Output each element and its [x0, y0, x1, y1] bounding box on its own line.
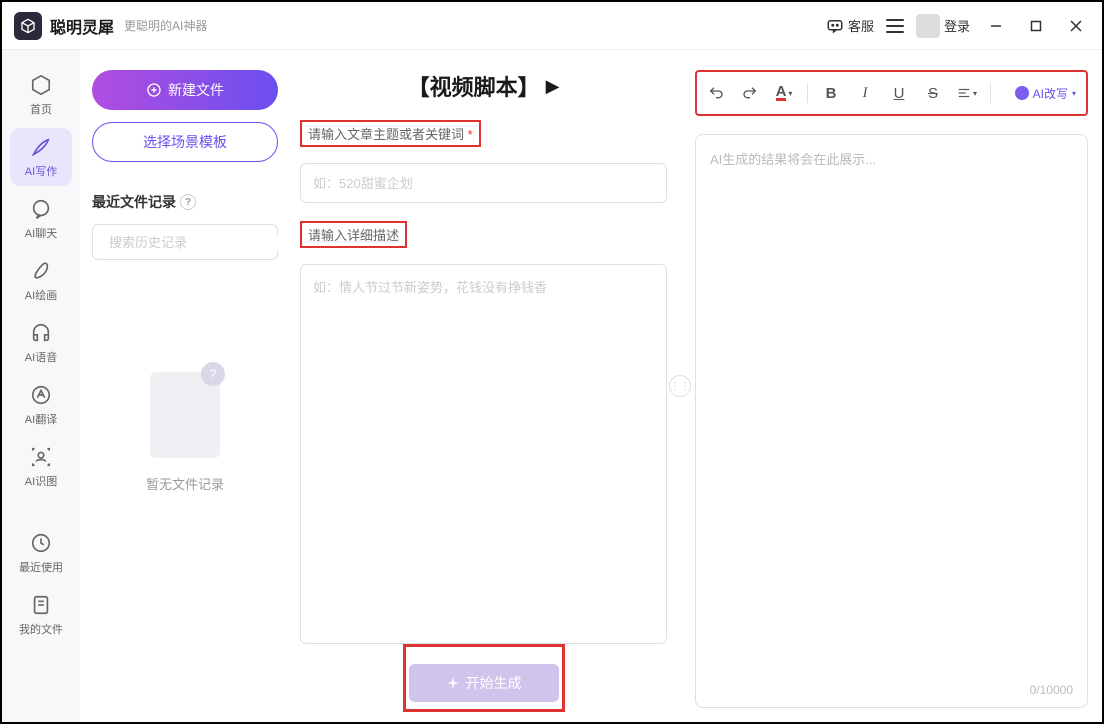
- new-file-button[interactable]: 新建文件: [92, 70, 278, 110]
- customer-service-button[interactable]: 客服: [826, 16, 874, 35]
- search-box[interactable]: [92, 224, 278, 260]
- sparkle-icon: [446, 676, 460, 690]
- ai-rewrite-button[interactable]: AI改写 ▾: [1009, 85, 1082, 102]
- ai-dot-icon: [1015, 86, 1029, 100]
- description-label: 请输入详细描述: [300, 221, 407, 248]
- strikethrough-button[interactable]: S: [918, 78, 948, 108]
- sidebar-item-write[interactable]: AI写作: [10, 128, 72, 186]
- maximize-button[interactable]: [1022, 12, 1050, 40]
- login-button[interactable]: 登录: [916, 14, 970, 38]
- editor-toolbar: A▾ B I U S ▾ AI改写 ▾: [701, 76, 1082, 110]
- pen-icon: [29, 135, 53, 159]
- recent-files-label: 最近文件记录 ?: [92, 192, 278, 212]
- search-input[interactable]: [109, 235, 285, 250]
- bold-button[interactable]: B: [816, 78, 846, 108]
- titlebar: 聪明灵犀 更聪明的AI神器 客服 登录: [2, 2, 1102, 50]
- sidebar-item-paint[interactable]: AI绘画: [10, 252, 72, 310]
- brush-icon: [29, 259, 53, 283]
- sidebar: 首页 AI写作 AI聊天 AI绘画 AI语音 AI翻译 AI识图 最: [2, 50, 80, 722]
- chat-icon: [826, 17, 844, 35]
- left-panel: 新建文件 选择场景模板 最近文件记录 ? ? 暂无文件记录: [80, 50, 290, 722]
- app-subtitle: 更聪明的AI神器: [124, 17, 207, 34]
- description-input[interactable]: [300, 264, 667, 644]
- redo-icon: [742, 85, 758, 101]
- sidebar-item-chat[interactable]: AI聊天: [10, 190, 72, 248]
- right-panel: A▾ B I U S ▾ AI改写 ▾ AI生成的结果将会在此展示... 0/1…: [677, 50, 1102, 722]
- undo-icon: [708, 85, 724, 101]
- close-button[interactable]: [1062, 12, 1090, 40]
- file-icon: [29, 593, 53, 617]
- sidebar-item-home[interactable]: 首页: [10, 66, 72, 124]
- empty-doc-icon: ?: [140, 362, 230, 462]
- translate-icon: [29, 383, 53, 407]
- redo-button[interactable]: [735, 78, 765, 108]
- align-button[interactable]: ▾: [952, 78, 982, 108]
- sidebar-item-translate[interactable]: AI翻译: [10, 376, 72, 434]
- page-title: 【视频脚本】: [408, 70, 540, 102]
- clock-icon: [29, 531, 53, 555]
- generate-button[interactable]: 开始生成: [409, 664, 559, 702]
- undo-button[interactable]: [701, 78, 731, 108]
- middle-panel: 【视频脚本】 ▶ 请输入文章主题或者关键词 * 请输入详细描述 开始生成 ⋮⋮: [290, 50, 677, 722]
- underline-button[interactable]: U: [884, 78, 914, 108]
- output-area[interactable]: AI生成的结果将会在此展示... 0/10000: [695, 134, 1088, 708]
- italic-button[interactable]: I: [850, 78, 880, 108]
- headphone-icon: [29, 321, 53, 345]
- resize-handle[interactable]: ⋮⋮: [669, 375, 691, 397]
- topic-label: 请输入文章主题或者关键词 *: [300, 120, 481, 147]
- avatar-icon: [916, 14, 940, 38]
- app-title: 聪明灵犀: [50, 14, 114, 38]
- text-color-button[interactable]: A▾: [769, 78, 799, 108]
- choose-template-button[interactable]: 选择场景模板: [92, 122, 278, 162]
- output-placeholder: AI生成的结果将会在此展示...: [710, 152, 876, 167]
- image-scan-icon: [29, 445, 53, 469]
- minimize-button[interactable]: [982, 12, 1010, 40]
- align-icon: [957, 86, 971, 100]
- empty-state: ? 暂无文件记录: [92, 362, 278, 493]
- play-icon[interactable]: ▶: [546, 76, 560, 97]
- sidebar-item-image[interactable]: AI识图: [10, 438, 72, 496]
- hamburger-menu-icon[interactable]: [886, 17, 904, 35]
- help-icon[interactable]: ?: [180, 194, 196, 210]
- chat-bubble-icon: [29, 197, 53, 221]
- home-icon: [29, 73, 53, 97]
- topic-input[interactable]: [300, 163, 667, 203]
- app-logo-icon: [14, 12, 42, 40]
- sidebar-item-recent[interactable]: 最近使用: [10, 524, 72, 582]
- plus-circle-icon: [146, 82, 162, 98]
- empty-text: 暂无文件记录: [146, 474, 224, 493]
- char-count: 0/10000: [1030, 683, 1073, 697]
- sidebar-item-voice[interactable]: AI语音: [10, 314, 72, 372]
- sidebar-item-myfiles[interactable]: 我的文件: [10, 586, 72, 644]
